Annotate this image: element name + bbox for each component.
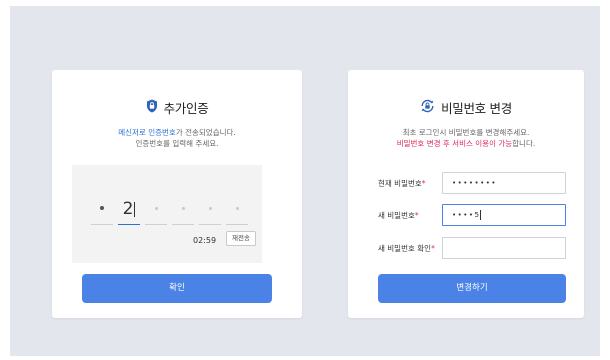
otp-slot-2[interactable]: 2	[118, 195, 140, 225]
verification-desc-rest: 가 전송되었습니다.	[175, 128, 236, 137]
confirm-password-row: 새 비밀번호 확인*	[378, 237, 566, 259]
text-caret	[134, 202, 136, 217]
confirm-password-input[interactable]	[442, 237, 566, 259]
otp-filled-dot	[100, 206, 104, 210]
required-mark: *	[421, 178, 426, 188]
countdown-timer: 02:59	[193, 236, 217, 245]
verification-description: 메신저로 인증번호가 전송되었습니다. 인증번호를 입력해 주세요.	[52, 127, 302, 149]
new-password-label-text: 새 비밀번호	[378, 210, 415, 220]
verification-card: 추가인증 메신저로 인증번호가 전송되었습니다. 인증번호를 입력해 주세요. …	[52, 70, 302, 318]
shield-lock-icon	[146, 99, 158, 116]
current-password-input[interactable]: ••••••••	[442, 172, 566, 194]
password-title: 비밀번호 변경	[348, 98, 584, 117]
verification-title-text: 추가인증	[163, 101, 209, 116]
required-mark: *	[414, 210, 419, 220]
otp-slot-1[interactable]	[91, 195, 113, 225]
otp-empty-dot	[181, 207, 185, 210]
password-desc-highlight: 비밀번호 변경 후 서비스 이용이 가능	[396, 139, 513, 148]
resend-button[interactable]: 재전송	[226, 231, 256, 246]
otp-slot-3[interactable]	[145, 195, 167, 225]
password-title-text: 비밀번호 변경	[441, 101, 512, 116]
otp-empty-dot	[154, 207, 158, 210]
new-password-input[interactable]: ••••5	[442, 204, 566, 226]
confirm-password-label: 새 비밀번호 확인*	[378, 243, 442, 254]
otp-empty-dot	[208, 207, 212, 210]
new-password-label: 새 비밀번호*	[378, 210, 442, 221]
current-password-row: 현재 비밀번호* ••••••••	[378, 172, 566, 194]
password-desc-line1: 최초 로그인시 비밀번호를 변경해주세요.	[402, 128, 530, 137]
verification-title: 추가인증	[52, 98, 302, 117]
current-password-label-text: 현재 비밀번호	[378, 178, 422, 188]
change-password-button[interactable]: 변경하기	[378, 274, 566, 303]
verification-desc-line2: 인증번호를 입력해 주세요.	[135, 139, 219, 148]
password-description: 최초 로그인시 비밀번호를 변경해주세요. 비밀번호 변경 후 서비스 이용이 …	[348, 127, 584, 149]
new-password-row: 새 비밀번호* ••••5	[378, 204, 566, 226]
verification-desc-line1: 메신저로 인증번호가 전송되었습니다.	[52, 127, 302, 138]
page-background: 추가인증 메신저로 인증번호가 전송되었습니다. 인증번호를 입력해 주세요. …	[10, 6, 600, 356]
required-mark: *	[431, 243, 435, 253]
otp-slot-4[interactable]	[172, 195, 194, 225]
lock-refresh-icon	[420, 99, 435, 116]
otp-empty-dot	[235, 207, 239, 210]
new-password-value: ••••5	[452, 211, 481, 219]
text-caret	[480, 210, 482, 220]
otp-input-row: 2	[91, 195, 248, 225]
otp-slot-6[interactable]	[226, 195, 248, 225]
verification-desc-highlight: 메신저로 인증번호	[118, 128, 176, 137]
current-password-label: 현재 비밀번호*	[378, 178, 442, 189]
password-desc-rest: 합니다.	[512, 139, 536, 148]
otp-digit: 2	[122, 199, 134, 219]
confirm-password-label-text: 새 비밀번호 확인	[378, 243, 432, 253]
otp-panel: 2 02:59 재전송	[72, 165, 262, 263]
confirm-button[interactable]: 확인	[82, 274, 272, 303]
password-change-card: 비밀번호 변경 최초 로그인시 비밀번호를 변경해주세요. 비밀번호 변경 후 …	[348, 70, 584, 318]
otp-slot-5[interactable]	[199, 195, 221, 225]
password-desc-line2: 비밀번호 변경 후 서비스 이용이 가능합니다.	[348, 138, 584, 149]
